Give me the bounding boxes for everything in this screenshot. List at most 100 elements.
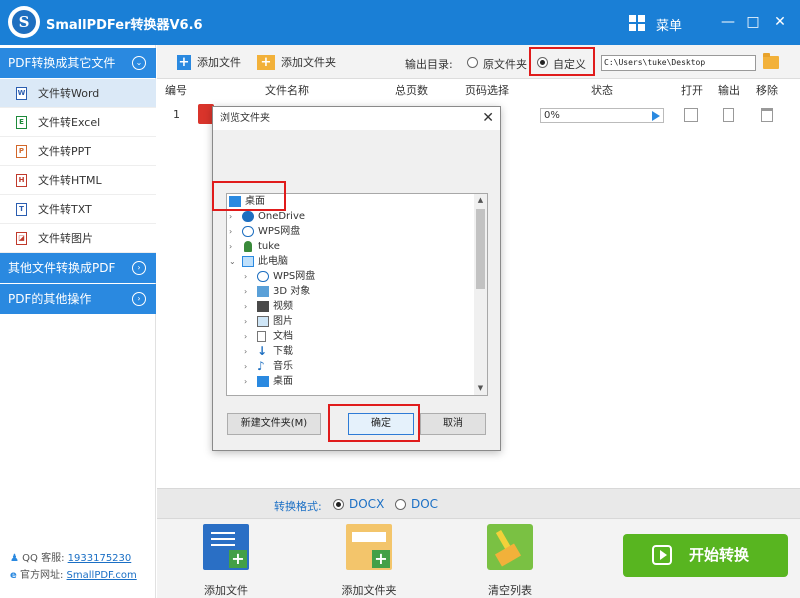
txt-file-icon: T (16, 203, 27, 216)
sidebar-item-label: 文件转TXT (38, 203, 92, 216)
minimize-button[interactable]: — (716, 10, 740, 34)
chevron-right-icon[interactable]: › (244, 284, 254, 299)
radio-docx[interactable] (333, 499, 344, 510)
html-file-icon: H (16, 174, 27, 187)
sidebar-item-label: 文件转图片 (38, 232, 93, 245)
sidebar-section-other-to-pdf[interactable]: 其他文件转换成PDF › (0, 253, 156, 283)
col-pages: 总页数 (395, 84, 428, 97)
browse-folder-icon[interactable] (763, 53, 779, 69)
document-icon (257, 331, 266, 342)
tree-item-label: OneDrive (258, 211, 306, 222)
chevron-right-icon[interactable]: › (244, 269, 254, 284)
dialog-title: 浏览文件夹 (220, 113, 270, 124)
add-file-label: 添加文件 (197, 56, 241, 69)
radio-custom-folder[interactable] (537, 57, 548, 68)
tree-item-label: 图片 (273, 316, 293, 327)
tree-scrollbar[interactable]: ▲ ▼ (474, 194, 487, 395)
sidebar-item-to-image[interactable]: ◪ 文件转图片 (0, 224, 156, 253)
music-icon: ♪ (257, 359, 265, 373)
dialog-close-button[interactable]: ✕ (482, 108, 494, 128)
ok-button[interactable]: 确定 (348, 413, 414, 435)
tree-item-label: 音乐 (273, 361, 293, 372)
scroll-up-icon[interactable]: ▲ (475, 195, 486, 206)
play-icon (652, 545, 672, 565)
app-logo-letter: S (12, 10, 36, 34)
doc-label: DOC (411, 497, 439, 511)
desktop-icon (229, 196, 241, 207)
qq-link[interactable]: 1933175230 (68, 553, 132, 564)
sidebar-item-to-html[interactable]: H 文件转HTML (0, 166, 156, 195)
chevron-right-icon[interactable]: › (244, 344, 254, 359)
scroll-thumb[interactable] (476, 209, 485, 289)
new-folder-button[interactable]: 新建文件夹(M) (227, 413, 321, 435)
format-label: 转换格式: (274, 500, 322, 513)
chevron-down-icon: ⌄ (132, 56, 146, 70)
add-folder-icon: + (257, 55, 275, 70)
progress-value: 0% (544, 110, 560, 121)
download-icon: ↓ (257, 344, 268, 358)
close-button[interactable]: ✕ (768, 10, 792, 34)
start-convert-button[interactable]: 开始转换 (623, 534, 788, 577)
tree-item-label: 桌面 (245, 196, 265, 207)
menu-button[interactable]: 菜单 (656, 15, 682, 34)
browse-folder-dialog: 浏览文件夹 ✕ 桌面 › OneDrive › WPS网盘 › tuke ⌄ 此… (212, 106, 501, 451)
chevron-down-icon[interactable]: ⌄ (229, 254, 239, 269)
format-bar: 转换格式: DOCX DOC (157, 488, 800, 518)
col-page-select: 页码选择 (465, 84, 509, 97)
output-path-field[interactable]: C:\Users\tuke\Desktop (601, 55, 756, 71)
website-link[interactable]: SmallPDF.com (67, 570, 137, 581)
chevron-right-icon[interactable]: › (229, 209, 239, 224)
sidebar-item-to-ppt[interactable]: P 文件转PPT (0, 137, 156, 166)
sidebar-item-to-excel[interactable]: E 文件转Excel (0, 108, 156, 137)
sidebar-item-to-word[interactable]: W 文件转Word (0, 79, 156, 108)
radio-original-folder[interactable] (467, 57, 478, 68)
chevron-right-icon[interactable]: › (244, 314, 254, 329)
open-file-icon[interactable] (684, 108, 698, 122)
trash-icon[interactable] (761, 108, 773, 122)
play-icon[interactable] (652, 111, 660, 121)
maximize-button[interactable]: □ (741, 10, 765, 34)
col-remove: 移除 (756, 84, 778, 97)
tree-item-label: tuke (258, 241, 280, 252)
sidebar-item-label: 文件转HTML (38, 174, 102, 187)
col-index: 编号 (165, 84, 187, 97)
word-file-icon: W (16, 87, 27, 100)
image-file-icon: ◪ (16, 232, 27, 245)
add-file-button[interactable]: + 添加文件 (177, 55, 241, 71)
sidebar-item-to-txt[interactable]: T 文件转TXT (0, 195, 156, 224)
big-add-file-button[interactable]: + 添加文件 (181, 524, 271, 597)
clear-list-button[interactable]: 清空列表 (465, 524, 555, 597)
sidebar-section-pdf-to-other[interactable]: PDF转换成其它文件 ⌄ (0, 48, 156, 78)
col-status: 状态 (591, 84, 613, 97)
chevron-right-icon[interactable]: › (244, 359, 254, 374)
sidebar: PDF转换成其它文件 ⌄ W 文件转Word E 文件转Excel P 文件转P… (0, 45, 156, 598)
docx-label: DOCX (349, 497, 385, 511)
radio-doc[interactable] (395, 499, 406, 510)
add-folder-big-icon: + (346, 524, 392, 570)
chevron-right-icon[interactable]: › (244, 299, 254, 314)
folder-tree[interactable]: 桌面 › OneDrive › WPS网盘 › tuke ⌄ 此电脑 › WPS… (226, 193, 488, 396)
excel-file-icon: E (16, 116, 27, 129)
scroll-down-icon[interactable]: ▼ (475, 383, 486, 394)
col-output: 输出 (718, 84, 740, 97)
cube-icon (257, 286, 269, 297)
big-add-folder-button[interactable]: + 添加文件夹 (324, 524, 414, 597)
chevron-right-icon[interactable]: › (244, 329, 254, 344)
chevron-right-icon[interactable]: › (229, 239, 239, 254)
add-file-icon: + (177, 55, 191, 70)
menu-grid-icon[interactable] (629, 15, 645, 31)
add-folder-button[interactable]: + 添加文件夹 (257, 55, 336, 71)
big-add-folder-label: 添加文件夹 (341, 584, 397, 597)
chevron-right-icon[interactable]: › (244, 374, 254, 389)
sidebar-section-label: PDF的其他操作 (8, 292, 92, 306)
sidebar-section-pdf-other-ops[interactable]: PDF的其他操作 › (0, 284, 156, 314)
sidebar-item-label: 文件转PPT (38, 145, 91, 158)
output-icon[interactable] (723, 108, 734, 122)
tree-item-label: 下载 (273, 346, 293, 357)
app-title: SmallPDFer转换器V6.6 (46, 18, 203, 33)
tree-item-label: 文档 (273, 331, 293, 342)
cancel-button[interactable]: 取消 (420, 413, 486, 435)
user-icon (244, 241, 252, 252)
chevron-right-icon[interactable]: › (229, 224, 239, 239)
custom-folder-label: 自定义 (553, 58, 586, 71)
